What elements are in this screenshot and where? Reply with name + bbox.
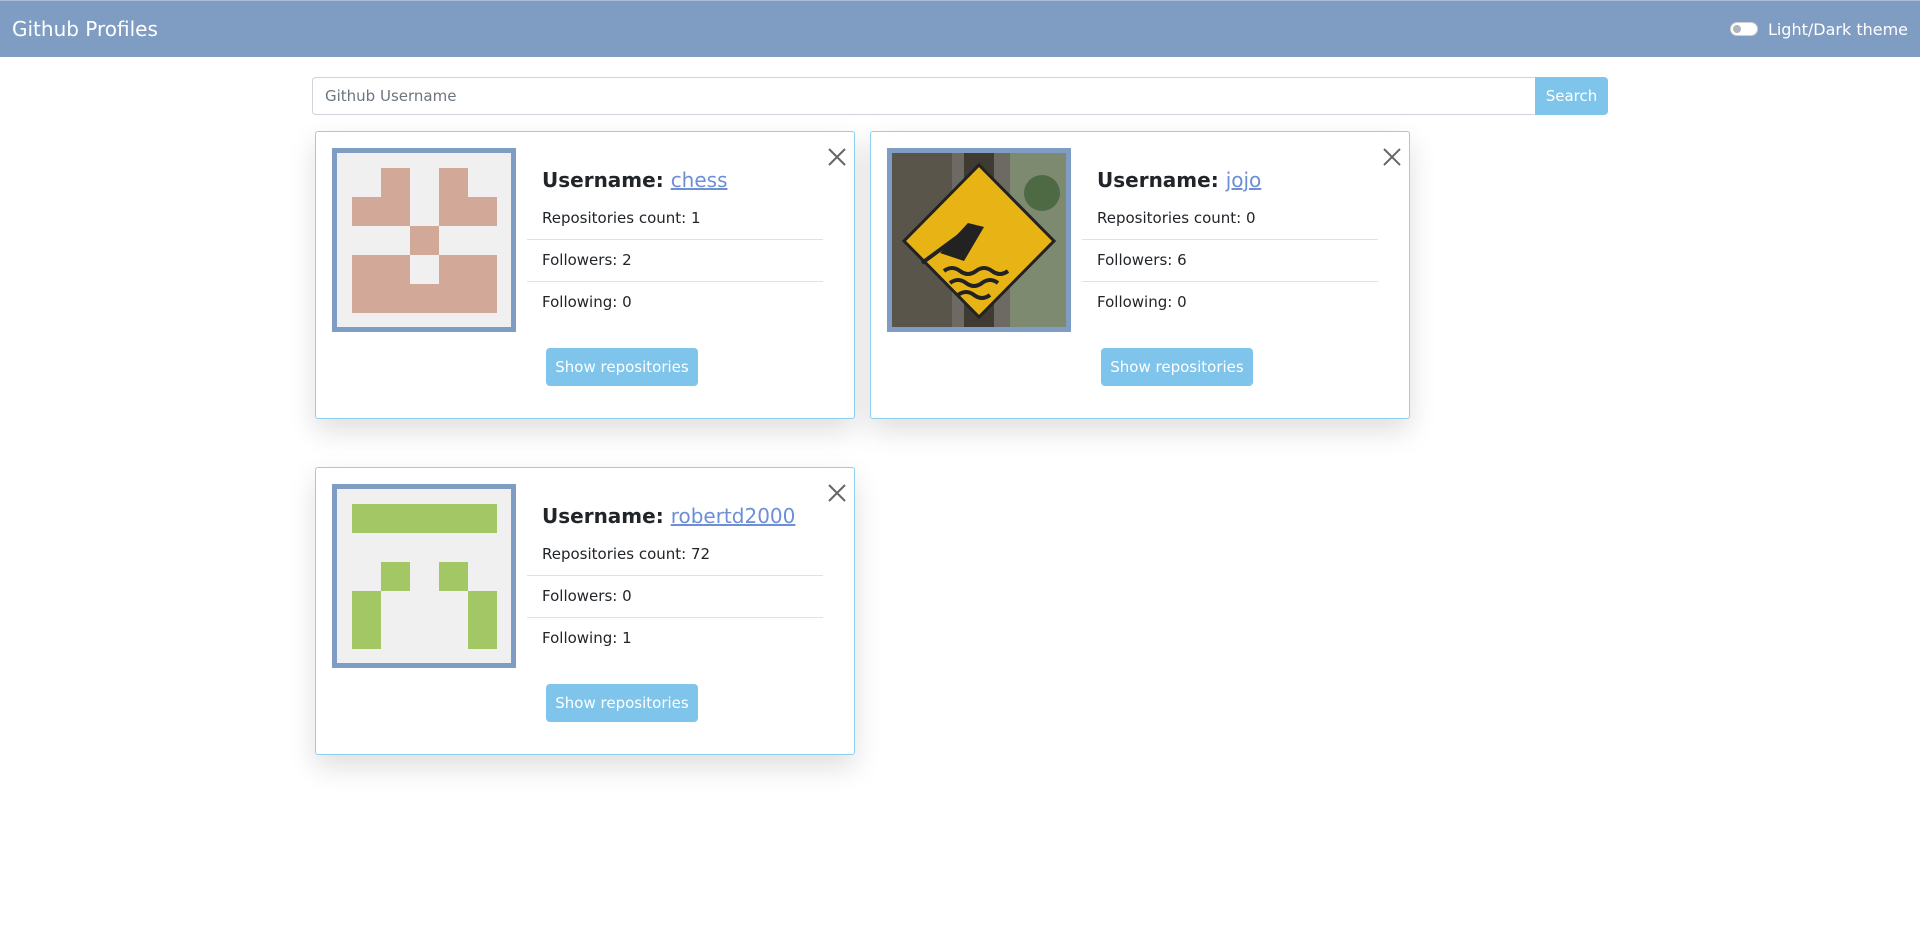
search-bar: Search	[312, 77, 1608, 115]
username-heading: Username: jojo	[1097, 168, 1262, 192]
app-title: Github Profiles	[12, 17, 158, 41]
following-count: Following: 0	[542, 293, 632, 311]
avatar	[332, 148, 516, 332]
username-heading: Username: chess	[542, 168, 728, 192]
show-repositories-button[interactable]: Show repositories	[546, 348, 698, 386]
profile-card: Username: jojo Repositories count: 0 Fol…	[870, 131, 1410, 419]
theme-label: Light/Dark theme	[1767, 19, 1908, 39]
profile-card: Username: chess Repositories count: 1 Fo…	[315, 131, 855, 419]
navbar: Github Profiles Light/Dark theme	[0, 0, 1920, 57]
show-repositories-button[interactable]: Show repositories	[1101, 348, 1253, 386]
username-heading: Username: robertd2000	[542, 504, 796, 528]
theme-toggle[interactable]: Light/Dark theme	[1729, 19, 1908, 39]
close-icon[interactable]	[1381, 146, 1403, 168]
avatar	[887, 148, 1071, 332]
following-count: Following: 1	[542, 629, 632, 647]
username-link[interactable]: jojo	[1226, 168, 1262, 192]
username-link[interactable]: robertd2000	[671, 504, 796, 528]
show-repositories-button[interactable]: Show repositories	[546, 684, 698, 722]
repositories-count: Repositories count: 72	[527, 534, 823, 576]
username-link[interactable]: chess	[671, 168, 728, 192]
followers-count: Followers: 0	[527, 576, 823, 618]
close-icon[interactable]	[826, 146, 848, 168]
search-button[interactable]: Search	[1535, 77, 1608, 115]
search-input[interactable]	[312, 77, 1535, 115]
profile-card: Username: robertd2000 Repositories count…	[315, 467, 855, 755]
followers-count: Followers: 2	[527, 240, 823, 282]
identicon-avatar	[337, 153, 511, 327]
warning-sign-photo-avatar	[892, 153, 1066, 327]
followers-count: Followers: 6	[1082, 240, 1378, 282]
repositories-count: Repositories count: 1	[527, 198, 823, 240]
following-count: Following: 0	[1097, 293, 1187, 311]
repositories-count: Repositories count: 0	[1082, 198, 1378, 240]
avatar	[332, 484, 516, 668]
theme-switch[interactable]	[1729, 22, 1758, 36]
identicon-avatar	[337, 489, 511, 663]
close-icon[interactable]	[826, 482, 848, 504]
